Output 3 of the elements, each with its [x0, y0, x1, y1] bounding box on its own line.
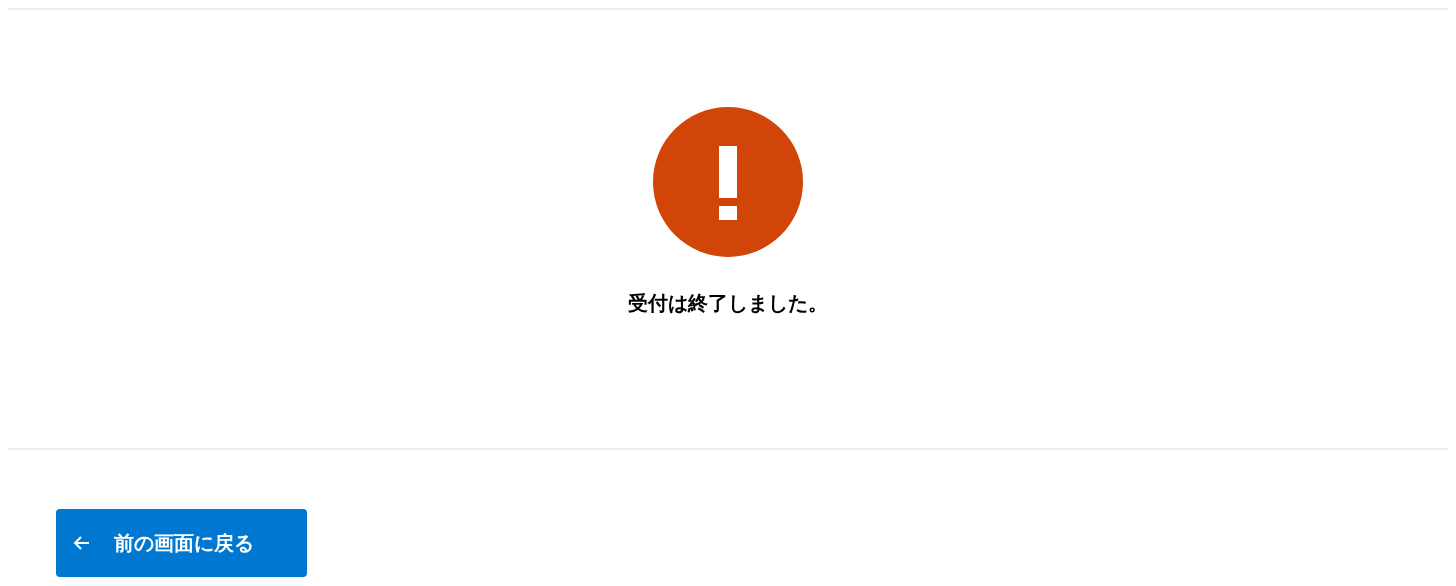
warning-icon [653, 107, 803, 257]
back-button[interactable]: 前の画面に戻る [56, 509, 307, 577]
status-message: 受付は終了しました。 [628, 291, 828, 316]
